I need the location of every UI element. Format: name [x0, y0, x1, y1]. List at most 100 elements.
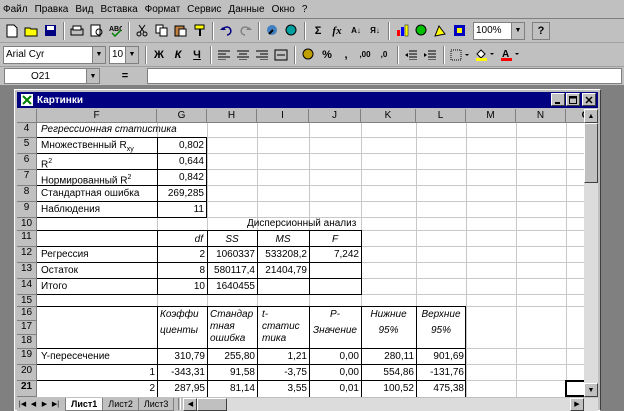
sort-asc-button[interactable]: А↓ [347, 22, 365, 40]
row-header-10[interactable]: 10 [17, 218, 37, 231]
residual-label[interactable]: Остаток [41, 264, 78, 278]
font-color-icon[interactable]: A [498, 46, 522, 64]
r-squared-value[interactable]: 0,644 [157, 155, 204, 169]
fill-color-icon[interactable] [473, 46, 497, 64]
residual-ms[interactable]: 21404,79 [257, 264, 307, 278]
total-label[interactable]: Итого [41, 280, 67, 294]
scroll-right-icon[interactable]: ▶ [570, 397, 584, 411]
menu-edit[interactable]: Правка [35, 4, 69, 15]
intercept-stderr[interactable]: 255,80 [207, 350, 255, 364]
row-header-7[interactable]: 7 [17, 170, 37, 186]
office-assistant-icon[interactable] [450, 22, 468, 40]
scroll-down-icon[interactable]: ▼ [584, 383, 598, 397]
cut-icon[interactable] [133, 22, 151, 40]
sheet-tab-1[interactable]: Лист1 [65, 397, 104, 411]
menu-format[interactable]: Формат [145, 4, 181, 15]
column-header-m[interactable]: M [466, 109, 516, 123]
font-size-select[interactable]: 10 ▼ [109, 45, 139, 64]
x1-coef[interactable]: -343,31 [157, 366, 205, 380]
column-header-g[interactable]: G [157, 109, 207, 123]
close-icon[interactable] [582, 93, 596, 106]
anova-f-header[interactable]: F [309, 233, 361, 247]
std-error-value[interactable]: 269,285 [157, 187, 204, 201]
r-squared-label[interactable]: R2 [41, 155, 52, 172]
row-header-9[interactable]: 9 [17, 202, 37, 218]
row-header-14[interactable]: 14 [17, 279, 37, 295]
chevron-down-icon[interactable]: ▼ [125, 46, 138, 63]
percent-button[interactable]: % [318, 46, 336, 64]
x1-upper95[interactable]: -131,76 [416, 366, 464, 380]
row-header-13[interactable]: 13 [17, 263, 37, 279]
chart-wizard-icon[interactable] [393, 22, 411, 40]
row-header-8[interactable]: 8 [17, 186, 37, 202]
residual-ss[interactable]: 580117,4 [207, 264, 255, 278]
x2-lower95[interactable]: 100,52 [361, 382, 414, 396]
sort-desc-button[interactable]: Я↓ [366, 22, 384, 40]
row-header-20[interactable]: 20 [17, 365, 37, 381]
x2-upper95[interactable]: 475,38 [416, 382, 464, 396]
row-header-4[interactable]: 4 [17, 123, 37, 138]
italic-button[interactable]: К [169, 46, 187, 64]
formula-input[interactable] [147, 68, 622, 84]
observations-label[interactable]: Наблюдения [41, 203, 100, 217]
chevron-down-icon[interactable]: ▼ [86, 69, 99, 83]
window-titlebar[interactable]: Картинки [17, 92, 598, 108]
row-header-5[interactable]: 5 [17, 138, 37, 154]
align-center-icon[interactable] [234, 46, 252, 64]
menu-window[interactable]: Окно [272, 4, 295, 15]
format-painter-icon[interactable] [190, 22, 208, 40]
chevron-down-icon[interactable]: ▼ [92, 46, 105, 63]
menu-tools[interactable]: Сервис [187, 4, 221, 15]
total-ss[interactable]: 1640455 [207, 280, 255, 294]
x1-stderr[interactable]: 91,58 [207, 366, 255, 380]
x1-pvalue[interactable]: 0,00 [309, 366, 359, 380]
spell-icon[interactable]: ABC [106, 22, 124, 40]
function-button[interactable]: fx [328, 22, 346, 40]
first-sheet-icon[interactable]: |◀ [17, 398, 28, 410]
last-sheet-icon[interactable]: ▶| [50, 398, 61, 410]
tstat-header[interactable]: t- статис тика [262, 309, 300, 345]
menu-file[interactable]: Файл [3, 4, 28, 15]
decrease-decimal-button[interactable]: ,0 [375, 46, 393, 64]
borders-icon[interactable] [448, 46, 472, 64]
row-header-18[interactable]: 18 [17, 335, 37, 349]
row-header-16[interactable]: 16 [17, 307, 37, 321]
adjusted-r-squared-label[interactable]: Нормированный R2 [41, 171, 131, 188]
print-icon[interactable] [68, 22, 86, 40]
bold-button[interactable]: Ж [150, 46, 168, 64]
scroll-left-icon[interactable]: ◀ [183, 397, 198, 411]
font-select[interactable]: Arial Cyr ▼ [3, 45, 106, 64]
map-icon[interactable] [412, 22, 430, 40]
increase-decimal-button[interactable]: ,00 [356, 46, 374, 64]
menu-help[interactable]: ? [302, 4, 308, 15]
regression-label[interactable]: Регрессия [41, 248, 89, 262]
sheet-tab-2[interactable]: Лист2 [102, 397, 139, 411]
pvalue-header[interactable]: P- Значение [309, 309, 361, 337]
horizontal-scrollbar[interactable]: ◀ ▶ [183, 397, 598, 411]
redo-icon[interactable] [236, 22, 254, 40]
equals-button[interactable]: = [103, 70, 147, 82]
autosum-button[interactable]: Σ [309, 22, 327, 40]
row-header-17[interactable]: 17 [17, 321, 37, 335]
save-icon[interactable] [41, 22, 59, 40]
intercept-label[interactable]: Y-пересечение [41, 350, 110, 364]
underline-button[interactable]: Ч [188, 46, 206, 64]
x2-label[interactable]: 2 [37, 382, 155, 396]
undo-icon[interactable] [217, 22, 235, 40]
column-header-f[interactable]: F [37, 109, 157, 123]
chevron-down-icon[interactable]: ▼ [511, 22, 524, 39]
row-header-21[interactable]: 21 [17, 381, 37, 397]
thousands-button[interactable]: , [337, 46, 355, 64]
row-header-11[interactable]: 11 [17, 231, 37, 247]
row-header-19[interactable]: 19 [17, 349, 37, 365]
vertical-scrollbar[interactable]: ▲ ▼ [584, 109, 598, 397]
multiple-r-value[interactable]: 0,802 [157, 139, 204, 153]
open-icon[interactable] [22, 22, 40, 40]
column-header-o[interactable]: O [566, 109, 584, 123]
intercept-pvalue[interactable]: 0,00 [309, 350, 359, 364]
x1-label[interactable]: 1 [37, 366, 155, 380]
align-left-icon[interactable] [215, 46, 233, 64]
x1-lower95[interactable]: 554,86 [361, 366, 414, 380]
x2-pvalue[interactable]: 0,01 [309, 382, 359, 396]
stderr-header[interactable]: Стандар тная ошибка [210, 309, 253, 345]
